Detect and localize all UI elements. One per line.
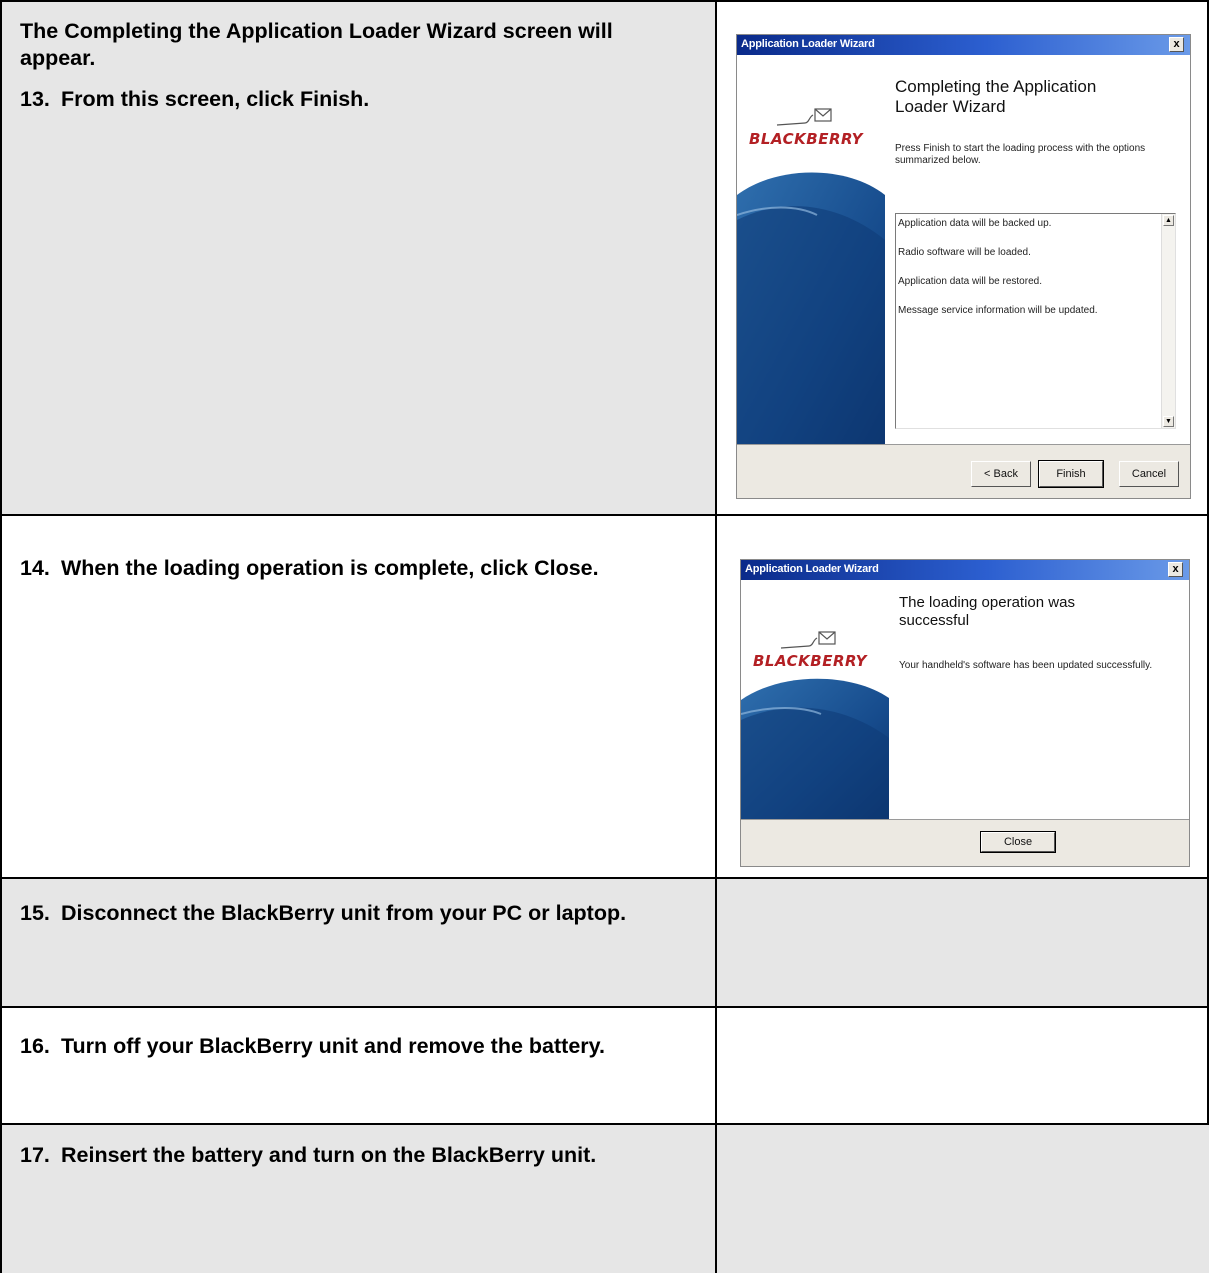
step-text: Reinsert the battery and turn on the Bla… [61,1143,597,1167]
list-item: Application data will be restored. [898,276,1042,287]
dialog-heading: Completing the Application Loader Wizard [895,77,1097,116]
screenshot-cell: Application Loader Wizard x [716,0,1209,514]
instruction-cell: 17. Reinsert the battery and turn on the… [0,1124,716,1273]
blackberry-logo: BLACKBERRY [749,130,864,148]
step-number: 14. [20,556,50,580]
wizard-banner: BLACKBERRY [741,580,889,819]
step-number: 15. [20,901,50,925]
table-border-left [0,0,2,1273]
instruction-cell: 16. Turn off your BlackBerry unit and re… [0,1007,716,1123]
step-number: 13. [20,87,50,111]
step-number: 16. [20,1034,50,1058]
screenshot-cell: Application Loader Wizard x [716,515,1209,877]
close-icon[interactable]: x [1168,562,1183,577]
instruction-cell: 15. Disconnect the BlackBerry unit from … [0,878,716,1006]
envelope-icon [776,108,832,126]
dialog-title: Application Loader Wizard [741,38,875,50]
dialog-titlebar: Application Loader Wizard x [737,35,1190,55]
table-row: The Completing the Application Loader Wi… [0,0,1209,514]
table-row: 14. When the loading operation is comple… [0,515,1209,877]
row-divider [0,514,1209,516]
dialog-heading: The loading operation was successful [899,594,1075,629]
scrollbar[interactable]: ▲ ▼ [1161,214,1175,428]
dialog-title: Application Loader Wizard [745,563,879,575]
banner-graphic [741,580,889,819]
step-text: Disconnect the BlackBerry unit from your… [61,901,627,925]
step-16: 16. Turn off your BlackBerry unit and re… [20,1033,676,1060]
intro-text: The Completing the Application Loader Wi… [20,19,613,70]
instructions-table: The Completing the Application Loader Wi… [0,0,1209,1273]
row-divider [0,877,1209,879]
empty-cell [716,1124,1209,1273]
dialog-titlebar: Application Loader Wizard x [741,560,1189,580]
dialog-description: Press Finish to start the loading proces… [895,143,1146,166]
dialog-description: Your handheld's software has been update… [899,660,1153,671]
instruction-cell: 14. When the loading operation is comple… [0,515,716,877]
envelope-icon [780,631,836,649]
instruction-cell: The Completing the Application Loader Wi… [0,0,716,514]
wizard-banner: BLACKBERRY [737,55,885,444]
scroll-up-icon[interactable]: ▲ [1163,215,1174,226]
list-item: Radio software will be loaded. [898,247,1031,258]
step-14: 14. When the loading operation is comple… [20,555,676,582]
back-button[interactable]: < Back [971,461,1031,487]
table-row: 17. Reinsert the battery and turn on the… [0,1124,1209,1273]
step-number: 17. [20,1143,50,1167]
wizard-dialog: Application Loader Wizard x [736,34,1191,499]
close-button[interactable]: Close [980,831,1056,853]
finish-button[interactable]: Finish [1038,460,1104,488]
table-row: 16. Turn off your BlackBerry unit and re… [0,1007,1209,1123]
dialog-content: BLACKBERRY The loading operation was suc… [741,580,1189,820]
step-13: 13. From this screen, click Finish. [20,86,676,113]
row-divider [0,1123,1209,1125]
empty-cell [716,1007,1209,1123]
cancel-button[interactable]: Cancel [1119,461,1179,487]
table-border-middle [715,0,717,1273]
step-17: 17. Reinsert the battery and turn on the… [20,1142,676,1169]
scroll-down-icon[interactable]: ▼ [1163,416,1174,427]
summary-listbox[interactable]: Application data will be backed up. Radi… [895,213,1176,429]
step-text: When the loading operation is complete, … [61,556,599,580]
blackberry-logo: BLACKBERRY [753,652,868,670]
empty-cell [716,878,1209,1006]
table-border-top [0,0,1209,2]
row-divider [0,1006,1209,1008]
wizard-dialog: Application Loader Wizard x [740,559,1190,867]
step-15: 15. Disconnect the BlackBerry unit from … [20,900,676,927]
table-row: 15. Disconnect the BlackBerry unit from … [0,878,1209,1006]
list-item: Message service information will be upda… [898,305,1098,316]
step-text: From this screen, click Finish. [61,87,370,111]
list-item: Application data will be backed up. [898,218,1052,229]
step-text: Turn off your BlackBerry unit and remove… [61,1034,605,1058]
dialog-content: BLACKBERRY Completing the Application Lo… [737,55,1190,445]
close-icon[interactable]: x [1169,37,1184,52]
